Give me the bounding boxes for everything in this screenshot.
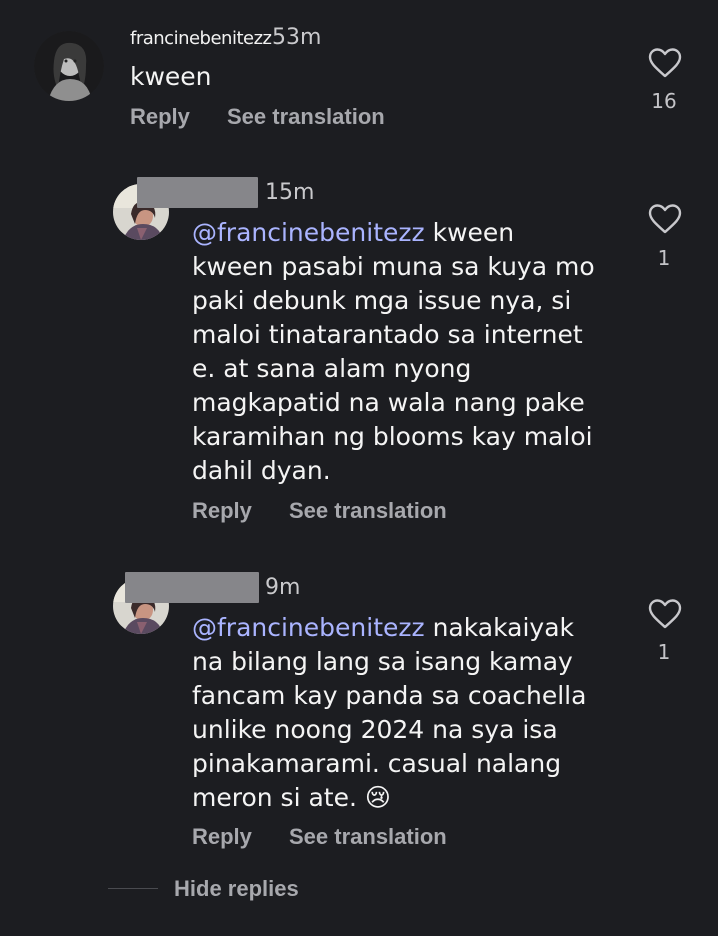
heart-icon[interactable] xyxy=(648,599,682,629)
reply-button[interactable]: Reply xyxy=(192,498,252,524)
mention-link[interactable]: @francinebenitezz xyxy=(192,613,425,642)
like-count: 16 xyxy=(651,89,677,113)
hide-replies-button[interactable]: Hide replies xyxy=(174,876,299,902)
comment-body: nakakaiyak na bilang lang sa isang kamay… xyxy=(192,613,587,812)
comment-text: @francinebenitezz nakakaiyak na bilang l… xyxy=(192,611,622,815)
see-translation-button[interactable]: See translation xyxy=(289,498,447,524)
comment-text: kween xyxy=(130,60,560,94)
timestamp: 15m xyxy=(265,180,315,205)
like-count: 1 xyxy=(657,640,671,664)
avatar[interactable] xyxy=(34,31,104,101)
heart-icon[interactable] xyxy=(648,204,682,234)
reply-button[interactable]: Reply xyxy=(192,824,252,850)
comment-text: @francinebenitezz kween kween pasabi mun… xyxy=(192,216,622,488)
comment-body: kween xyxy=(130,62,212,91)
comment-body: kween kween pasabi muna sa kuya mo paki … xyxy=(192,218,595,485)
timestamp: 53m xyxy=(272,25,322,50)
divider xyxy=(108,888,158,889)
see-translation-button[interactable]: See translation xyxy=(289,824,447,850)
username[interactable]: francinebenitezz xyxy=(130,28,272,49)
see-translation-button[interactable]: See translation xyxy=(227,104,385,130)
timestamp: 9m xyxy=(265,575,301,600)
like-count: 1 xyxy=(657,246,671,270)
redacted-username xyxy=(125,572,259,603)
mention-link[interactable]: @francinebenitezz xyxy=(192,218,425,247)
heart-icon[interactable] xyxy=(648,48,682,78)
reply-button[interactable]: Reply xyxy=(130,104,190,130)
redacted-username xyxy=(137,177,258,208)
